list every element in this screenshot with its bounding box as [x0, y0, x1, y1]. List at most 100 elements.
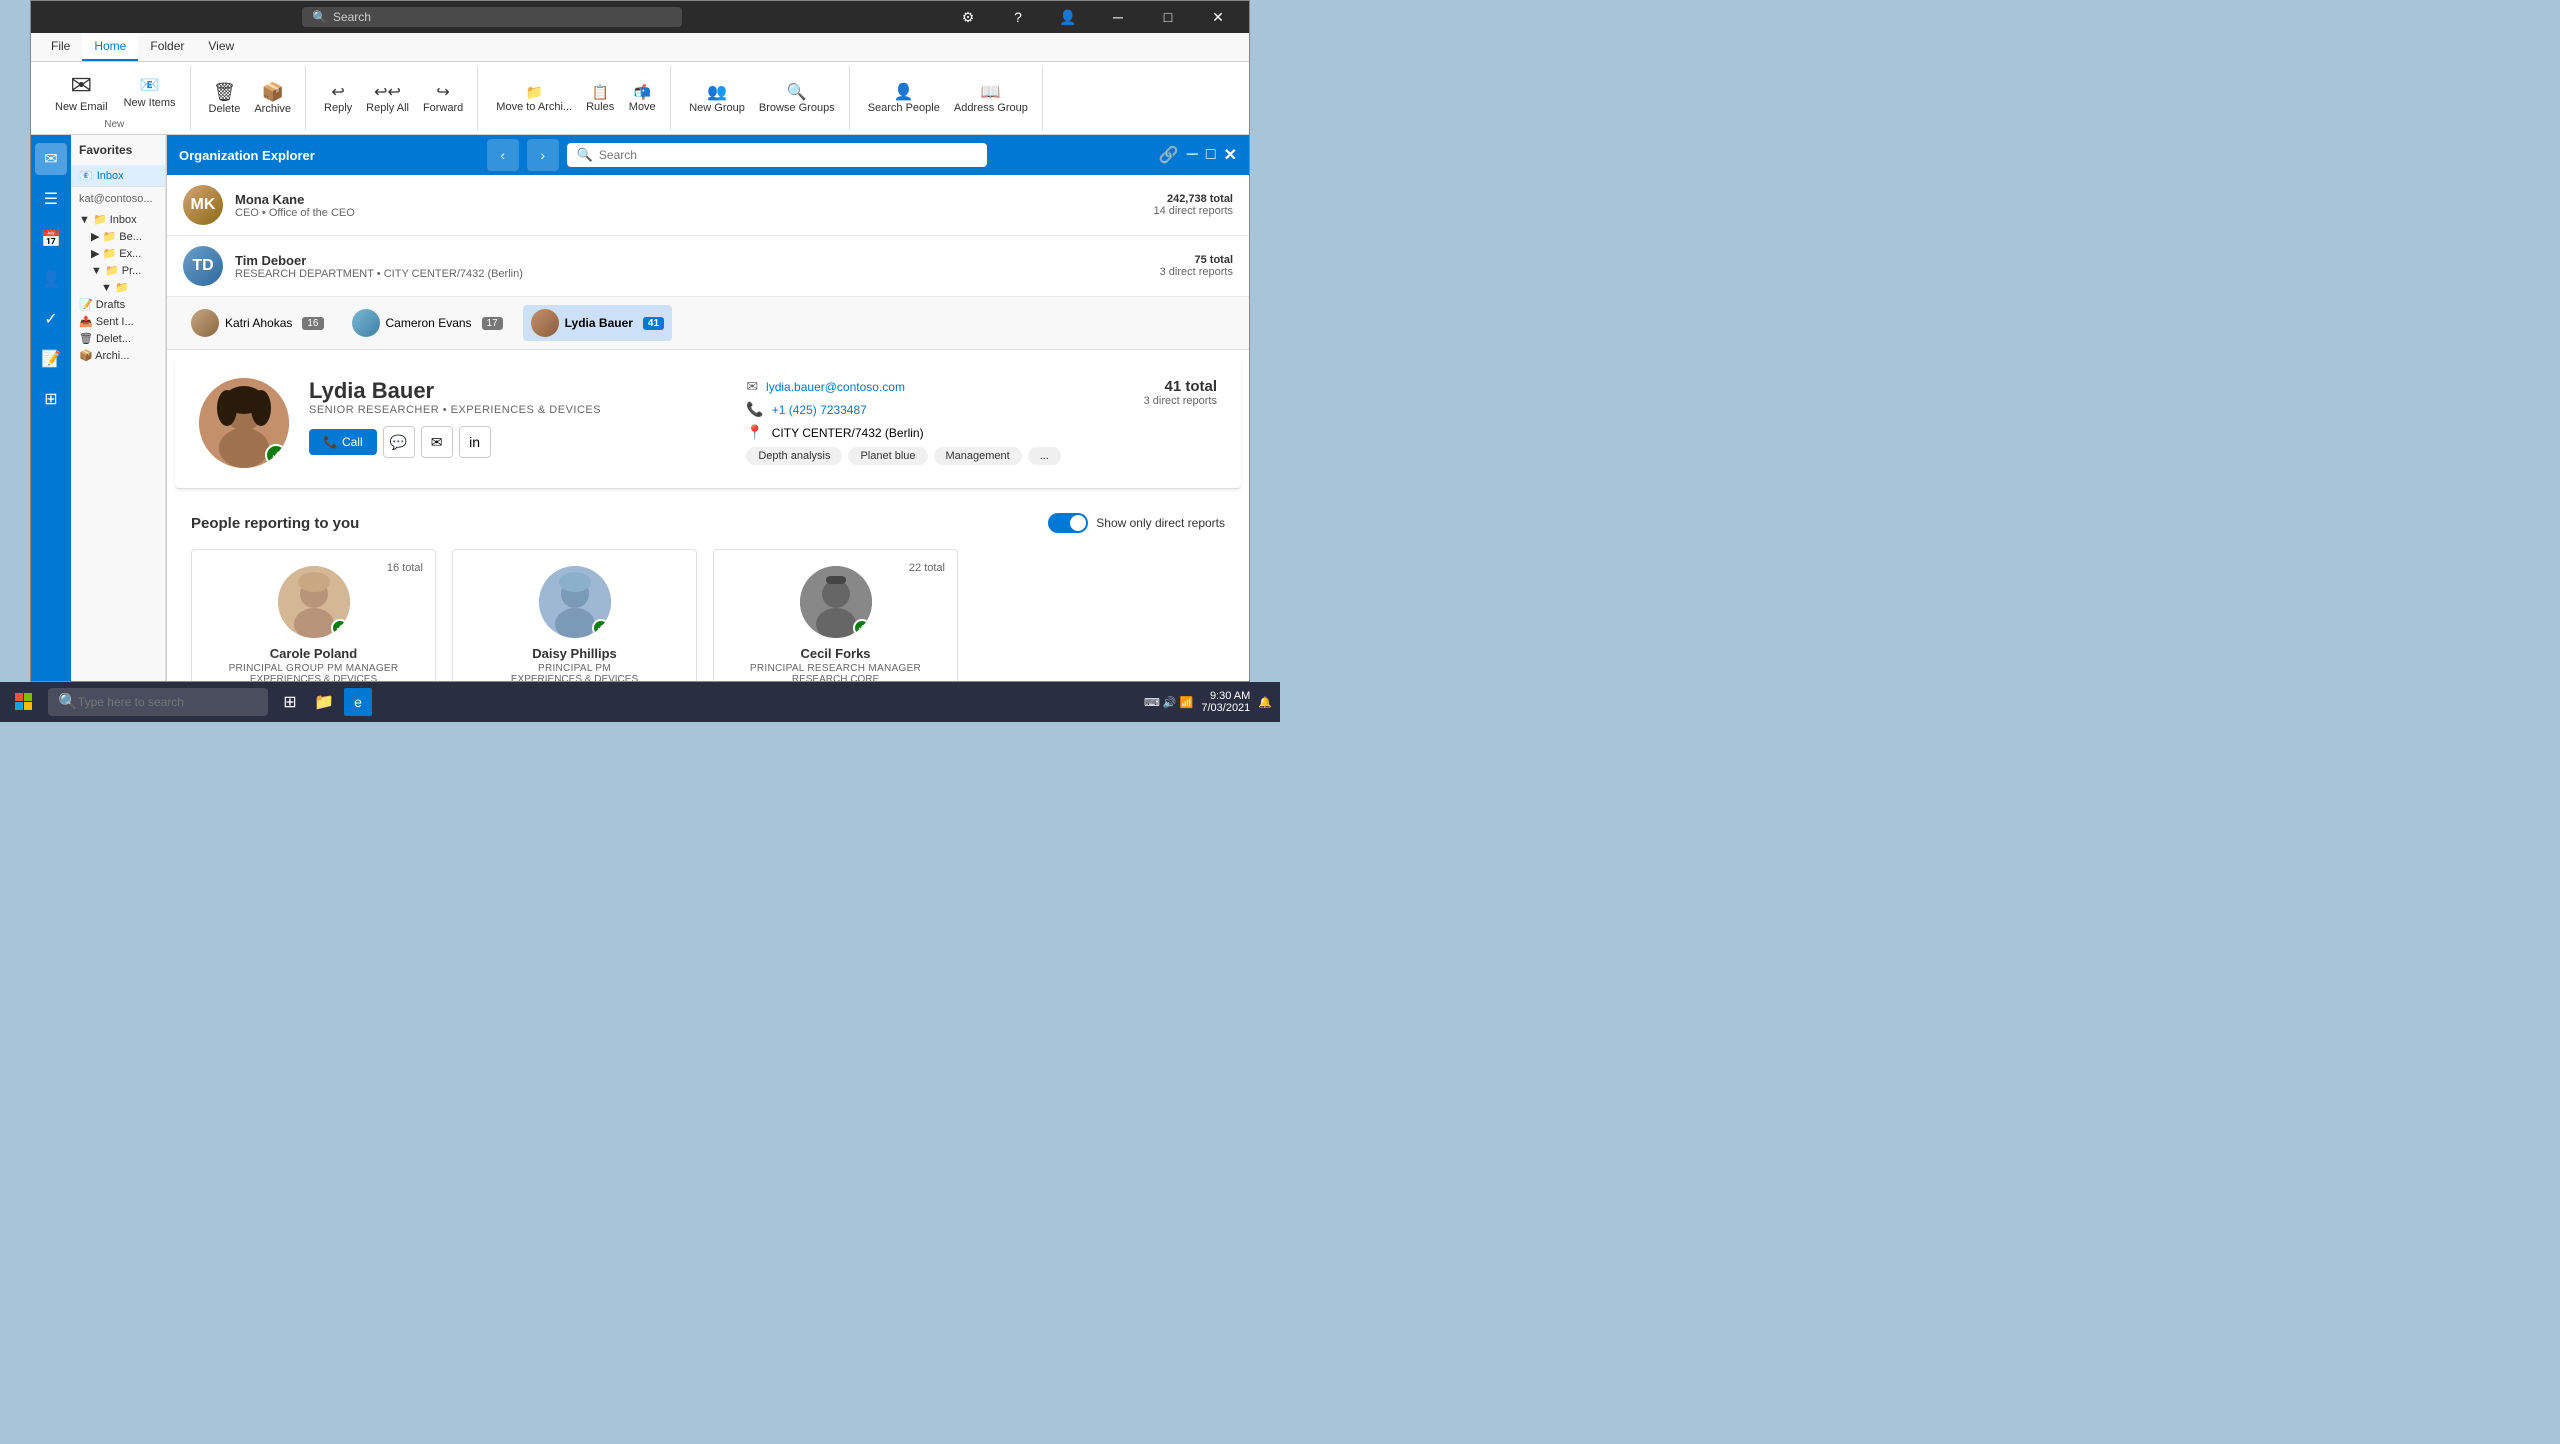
mona-direct: 14 direct reports	[1154, 205, 1233, 217]
new-items-button[interactable]: 📧 New Items	[118, 71, 182, 113]
folder-sent[interactable]: 📤 Sent I...	[71, 313, 165, 330]
edge-icon[interactable]: e	[344, 688, 372, 716]
sub-nav-lydia[interactable]: Lydia Bauer 41	[523, 305, 672, 341]
nav-back-button[interactable]: ‹	[487, 139, 519, 171]
browse-groups-button[interactable]: 🔍 Browse Groups	[753, 78, 841, 118]
org-search-box[interactable]: 🔍	[567, 143, 987, 167]
profile-main: Lydia Bauer SENIOR RESEARCHER • EXPERIEN…	[309, 378, 706, 458]
folder-pr-sub[interactable]: ▼ 📁	[71, 279, 165, 296]
org-minimize-button[interactable]: ─	[1187, 146, 1198, 164]
location-icon: 📍	[746, 424, 763, 441]
new-group-icon: 👥	[707, 82, 727, 102]
folder-ex[interactable]: ▶ 📁 Ex...	[71, 245, 165, 262]
settings-icon[interactable]: ⚙	[945, 1, 991, 33]
avatar-daisy: ✓	[539, 566, 611, 638]
move-label: Move	[629, 101, 656, 113]
new-items-icon: 📧	[140, 75, 160, 95]
call-button[interactable]: 📞 Call	[309, 429, 377, 455]
org-link-icon[interactable]: 🔗	[1159, 145, 1179, 165]
sidebar-inbox[interactable]: 📧 Inbox	[71, 165, 165, 186]
org-close-button[interactable]: ✕	[1224, 145, 1237, 165]
taskbar-search-input[interactable]	[78, 695, 228, 709]
tab-view[interactable]: View	[196, 33, 246, 61]
maximize-button[interactable]: □	[1145, 1, 1191, 33]
folder-inbox[interactable]: ▼ 📁 Inbox	[71, 211, 165, 228]
nav-menu-icon[interactable]: ☰	[35, 183, 67, 215]
move-archive-icon: 📁	[525, 84, 542, 101]
nav-contacts-icon[interactable]: 👤	[35, 263, 67, 295]
sub-nav-cameron[interactable]: Cameron Evans 17	[344, 305, 511, 341]
app-body: ✉ ☰ 📅 👤 ✓ 📝 ⊞ Favorites 📧 Inbox kat@cont…	[31, 135, 1249, 681]
contact-location: 📍 CITY CENTER/7432 (Berlin)	[746, 424, 1143, 441]
minimize-button[interactable]: ─	[1095, 1, 1141, 33]
search-people-button[interactable]: 👤 Search People	[862, 78, 946, 118]
avatar-katri-small	[191, 309, 219, 337]
file-explorer-icon[interactable]: 📁	[310, 688, 338, 716]
tag-more[interactable]: ...	[1028, 447, 1061, 465]
delete-button[interactable]: 🗑 Delete	[203, 78, 247, 119]
title-search-box[interactable]: 🔍 Search	[302, 7, 682, 27]
tag-planet-blue[interactable]: Planet blue	[848, 447, 927, 465]
avatar-lydia-small	[531, 309, 559, 337]
taskbar-search[interactable]: 🔍	[48, 688, 268, 716]
search-icon: 🔍	[312, 10, 327, 24]
help-icon[interactable]: ?	[995, 1, 1041, 33]
daisy-name: Daisy Phillips	[532, 646, 617, 661]
rules-button[interactable]: 📋 Rules	[580, 80, 620, 117]
tag-depth-analysis[interactable]: Depth analysis	[746, 447, 842, 465]
move-button[interactable]: 📬 Move	[622, 80, 662, 117]
report-card-cecil[interactable]: 22 total ✓	[713, 549, 958, 681]
folder-be[interactable]: ▶ 📁 Be...	[71, 228, 165, 245]
person-row-tim[interactable]: TD Tim Deboer RESEARCH DEPARTMENT • CITY…	[167, 236, 1249, 297]
report-card-carole[interactable]: 16 total ✓	[191, 549, 436, 681]
new-group-button[interactable]: 👥 New Group	[683, 78, 751, 118]
tim-stats: 75 total 3 direct reports	[1160, 254, 1233, 278]
chat-button[interactable]: 💬	[383, 426, 415, 458]
nav-mail-icon[interactable]: ✉	[35, 143, 67, 175]
taskbar-search-icon: 🔍	[58, 692, 78, 712]
report-card-daisy[interactable]: ✓ Daisy Phillips PRINCIPAL PM EXPERIENCE…	[452, 549, 697, 681]
start-button[interactable]	[8, 686, 40, 718]
nav-tasks-icon[interactable]: ✓	[35, 303, 67, 335]
linkedin-button[interactable]: in	[459, 426, 491, 458]
nav-notes-icon[interactable]: 📝	[35, 343, 67, 375]
address-group-button[interactable]: 📖 Address Group	[948, 78, 1034, 118]
title-bar-search-area: 🔍 Search	[39, 7, 945, 27]
notification-icon[interactable]: 🔔	[1258, 696, 1272, 709]
folder-archive[interactable]: 📦 Archi...	[71, 347, 165, 364]
lydia-count: 41	[643, 317, 664, 330]
folder-pr[interactable]: ▼ 📁 Pr...	[71, 262, 165, 279]
tab-folder[interactable]: Folder	[138, 33, 196, 61]
nav-forward-button[interactable]: ›	[527, 139, 559, 171]
katri-name: Katri Ahokas	[225, 316, 292, 330]
sub-nav-katri[interactable]: Katri Ahokas 16	[183, 305, 332, 341]
archive-button[interactable]: 📦 Archive	[248, 78, 297, 119]
org-search-input[interactable]	[599, 148, 977, 162]
cameron-count: 17	[482, 317, 503, 330]
reply-all-button[interactable]: ↩↩ Reply All	[360, 78, 415, 118]
move-btns: 📁 Move to Archi... 📋 Rules 📬 Move	[490, 66, 662, 130]
nav-calendar-icon[interactable]: 📅	[35, 223, 67, 255]
email-link[interactable]: lydia.bauer@contoso.com	[766, 380, 905, 394]
move-to-archive-button[interactable]: 📁 Move to Archi...	[490, 80, 578, 117]
forward-button[interactable]: ↪ Forward	[417, 78, 469, 118]
org-explorer-header: Organization Explorer ‹ › 🔍 🔗 ─ □ ✕	[167, 135, 1249, 175]
folder-deleted[interactable]: 🗑 Delet...	[71, 330, 165, 347]
direct-reports-toggle[interactable]	[1048, 513, 1088, 533]
ribbon-group-groups: 👥 New Group 🔍 Browse Groups	[675, 66, 849, 130]
org-maximize-button[interactable]: □	[1206, 146, 1216, 164]
nav-apps-icon[interactable]: ⊞	[35, 383, 67, 415]
new-email-button[interactable]: ✉ New Email	[47, 66, 116, 117]
close-button[interactable]: ✕	[1195, 1, 1241, 33]
ribbon-group-people: 👤 Search People 📖 Address Group	[854, 66, 1043, 130]
person-row-mona[interactable]: MK Mona Kane CEO • Office of the CEO 242…	[167, 175, 1249, 236]
reply-button[interactable]: ↩ Reply	[318, 78, 358, 118]
email-button[interactable]: ✉	[421, 426, 453, 458]
tab-home[interactable]: Home	[82, 33, 138, 61]
task-view-icon[interactable]: ⊞	[276, 688, 304, 716]
profile-icon[interactable]: 👤	[1045, 1, 1091, 33]
tag-management[interactable]: Management	[934, 447, 1022, 465]
ribbon-tabs: File Home Folder View	[31, 33, 1249, 62]
folder-drafts[interactable]: 📝 Drafts	[71, 296, 165, 313]
tab-file[interactable]: File	[39, 33, 82, 61]
